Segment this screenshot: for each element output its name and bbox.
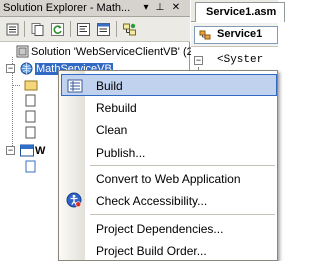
web-project-icon	[20, 62, 33, 75]
menu-separator	[90, 165, 275, 166]
tree-row-child[interactable]	[0, 93, 60, 109]
toolbar-separator	[116, 21, 117, 37]
tree-row-child[interactable]	[0, 159, 60, 175]
editor-navigation-bar: Service1	[191, 23, 278, 47]
tree-connector	[12, 85, 20, 86]
class-combo-value: Service1	[217, 28, 263, 40]
menu-item-label: Convert to Web Application	[96, 172, 241, 186]
auto-hide-pin-icon[interactable]: ⊥	[154, 2, 166, 14]
solution-explorer-titlebar: Solution Explorer - Math... ▾ ⊥ ✕	[0, 0, 190, 17]
properties-button[interactable]	[3, 20, 21, 38]
second-project-label: W	[35, 145, 46, 157]
tree-row-project[interactable]: − MathServiceVB	[0, 61, 113, 77]
menu-item-project-build-order[interactable]: Project Build Order...	[61, 239, 277, 261]
refresh-button[interactable]	[48, 20, 66, 38]
menu-item-build[interactable]: Build	[61, 74, 277, 96]
class-diagram-icon	[123, 23, 136, 36]
code-line[interactable]: <Syster	[217, 54, 263, 66]
solution-label: Solution 'WebServiceClientVB' (2	[31, 46, 193, 58]
menu-item-project-dependencies[interactable]: Project Dependencies...	[61, 217, 277, 239]
menu-item-label: Clean	[96, 123, 128, 137]
class-icon	[199, 30, 211, 40]
view-code-button[interactable]	[74, 20, 92, 38]
tree-row-solution[interactable]: Solution 'WebServiceClientVB' (2	[0, 44, 193, 60]
menu-item-publish[interactable]: Publish...	[61, 141, 277, 163]
menu-separator	[90, 214, 275, 215]
refresh-icon	[51, 23, 64, 36]
view-designer-icon	[97, 23, 110, 36]
collapse-project-toggle[interactable]: −	[6, 64, 15, 73]
outline-collapse-toggle[interactable]: −	[194, 56, 203, 65]
show-all-files-button[interactable]	[28, 20, 46, 38]
solution-explorer-title: Solution Explorer - Math...	[3, 2, 131, 14]
tree-row-child[interactable]	[0, 109, 60, 125]
toolbar-separator	[24, 21, 25, 37]
file-icon	[25, 126, 36, 139]
view-code-icon	[77, 23, 90, 36]
vb-project-icon	[20, 144, 34, 157]
solution-explorer-toolbar	[0, 17, 190, 42]
build-icon	[67, 79, 83, 93]
tab-service1[interactable]: Service1.asm	[195, 2, 285, 22]
collapse-second-project-toggle[interactable]: −	[6, 146, 15, 155]
menu-item-label: Project Dependencies...	[96, 222, 224, 236]
tree-row-child[interactable]	[0, 77, 60, 93]
toolbar-separator	[70, 21, 71, 37]
menu-item-convert-to-web-application[interactable]: Convert to Web Application	[61, 167, 277, 189]
menu-item-rebuild[interactable]: Rebuild	[61, 96, 277, 118]
tree-row-child[interactable]	[0, 125, 60, 141]
file-icon	[25, 110, 36, 123]
menu-item-check-accessibility[interactable]: Check Accessibility...	[61, 189, 277, 211]
show-all-files-icon	[31, 23, 44, 36]
editor-tab-bar: Service1.asm	[191, 0, 285, 22]
file-icon	[25, 160, 36, 173]
class-combo[interactable]: Service1	[194, 26, 278, 44]
window-position-icon[interactable]: ▾	[140, 2, 152, 14]
folder-icon	[24, 80, 38, 91]
menu-item-label: Build	[96, 79, 123, 93]
accessibility-icon	[66, 192, 82, 208]
close-icon[interactable]: ✕	[170, 2, 182, 14]
menu-item-label: Rebuild	[96, 101, 137, 115]
file-icon	[25, 94, 36, 107]
menu-item-label: Publish...	[96, 146, 146, 160]
menu-item-clean[interactable]: Clean	[61, 118, 277, 140]
view-designer-button[interactable]	[94, 20, 112, 38]
properties-icon	[6, 23, 19, 36]
menu-item-label: Project Build Order...	[96, 244, 207, 258]
project-context-menu: Build Rebuild Clean Publish... Convert t…	[58, 70, 278, 261]
class-diagram-button[interactable]	[120, 20, 138, 38]
tree-row-second-project[interactable]: − W	[0, 143, 60, 159]
menu-item-label: Check Accessibility...	[96, 194, 208, 208]
solution-icon	[16, 45, 29, 58]
